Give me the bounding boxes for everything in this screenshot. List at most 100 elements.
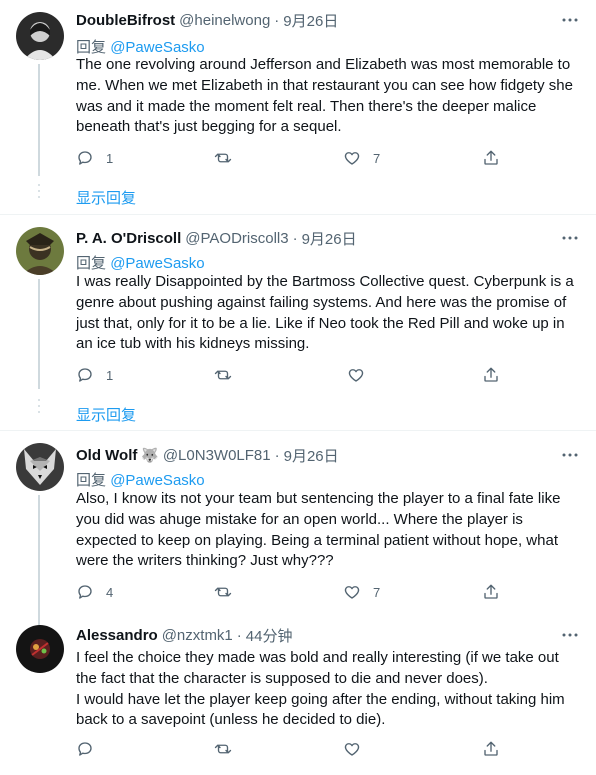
share-icon — [484, 150, 498, 165]
share-button[interactable] — [482, 739, 500, 759]
retweet-button[interactable] — [214, 365, 232, 385]
like-count: 7 — [373, 150, 381, 166]
tweet-reply[interactable]: P. A. O'Driscoll @PAODriscoll3 · 9月26日 回… — [0, 215, 596, 430]
mention-link[interactable]: @PaweSasko — [110, 255, 204, 272]
tweet-header: Old Wolf 🐺 @L0N3W0LF81 · 9月26日 — [76, 445, 339, 465]
tweet-text-content: I was really Disappointed by the Bartmos… — [76, 273, 574, 353]
wolf-emoji-icon: 🐺 — [141, 446, 159, 463]
reply-count: 1 — [106, 367, 114, 383]
timestamp[interactable]: 44分钟 — [246, 625, 293, 646]
user-handle[interactable]: @heinelwong — [179, 12, 270, 29]
retweet-button[interactable] — [214, 148, 232, 168]
like-count: 7 — [373, 584, 381, 600]
like-button[interactable] — [347, 365, 365, 385]
retweet-icon — [214, 153, 232, 163]
action-bar: 4 7 — [76, 582, 516, 602]
retweet-icon — [214, 744, 232, 754]
timestamp[interactable]: 9月26日 — [283, 10, 338, 31]
tweet-header: P. A. O'Driscoll @PAODriscoll3 · 9月26日 — [76, 228, 357, 248]
replying-label: 回复 — [76, 472, 107, 489]
tweet-text: The one revolving around Jefferson and E… — [76, 55, 580, 138]
display-name[interactable]: Alessandro — [76, 627, 158, 644]
separator: · — [236, 626, 242, 644]
tweet-text: I feel the choice they made was bold and… — [76, 648, 580, 731]
tweet-text-line: I would have let the player keep going a… — [76, 690, 565, 729]
wolf-avatar-icon — [16, 443, 64, 491]
tweet-text-content: The one revolving around Jefferson and E… — [76, 56, 573, 136]
show-replies-link[interactable]: 显示回复 — [76, 404, 136, 425]
more-options-button[interactable] — [560, 625, 580, 645]
avatar[interactable] — [16, 443, 64, 491]
like-button[interactable]: 7 — [343, 148, 380, 168]
share-button[interactable] — [482, 148, 500, 168]
timestamp[interactable]: 9月26日 — [284, 445, 339, 466]
like-button[interactable] — [343, 739, 361, 759]
separator: · — [274, 11, 280, 29]
reply-icon — [78, 151, 92, 165]
mention-link[interactable]: @PaweSasko — [110, 472, 204, 489]
tweet-reply[interactable]: Old Wolf 🐺 @L0N3W0LF81 · 9月26日 回复 @PaweS… — [0, 431, 596, 635]
thread-dots — [37, 184, 41, 202]
tweet-text-line: I feel the choice they made was bold and… — [76, 649, 559, 687]
replying-to: 回复 @PaweSasko — [76, 469, 205, 490]
retweet-button[interactable] — [214, 739, 232, 759]
reply-icon — [78, 742, 92, 756]
tweet-reply[interactable]: Alessandro @nzxtmk1 · 44分钟 I feel the ch… — [0, 617, 596, 775]
reply-button[interactable]: 1 — [76, 148, 113, 168]
user-handle[interactable]: @nzxtmk1 — [162, 627, 233, 644]
like-button[interactable]: 7 — [343, 582, 380, 602]
more-icon — [562, 633, 578, 637]
reply-button[interactable]: 1 — [76, 365, 113, 385]
replying-to: 回复 @PaweSasko — [76, 36, 205, 57]
action-bar — [76, 739, 516, 759]
reply-button[interactable]: 4 — [76, 582, 113, 602]
separator: · — [292, 229, 298, 247]
thread-line — [38, 495, 40, 635]
heart-icon — [344, 586, 360, 599]
retweet-icon — [214, 587, 232, 597]
more-icon — [562, 453, 578, 457]
tweet-text: Also, I know its not your team but sente… — [76, 489, 580, 572]
portrait-avatar-icon — [16, 12, 64, 60]
user-handle[interactable]: @L0N3W0LF81 — [163, 447, 271, 464]
tweet-header: DoubleBifrost @heinelwong · 9月26日 — [76, 10, 338, 30]
timestamp[interactable]: 9月26日 — [302, 228, 357, 249]
warrior-avatar-icon — [16, 227, 64, 275]
avatar[interactable] — [16, 227, 64, 275]
tweet-reply[interactable]: DoubleBifrost @heinelwong · 9月26日 回复 @Pa… — [0, 0, 596, 214]
tweet-text: I was really Disappointed by the Bartmos… — [76, 272, 580, 355]
show-replies-link[interactable]: 显示回复 — [76, 187, 136, 208]
heart-icon — [348, 369, 364, 382]
more-icon — [562, 236, 578, 240]
share-button[interactable] — [482, 582, 500, 602]
separator: · — [274, 446, 280, 464]
more-options-button[interactable] — [560, 445, 580, 465]
reply-count: 4 — [106, 584, 114, 600]
retweet-button[interactable] — [214, 582, 232, 602]
user-handle[interactable]: @PAODriscoll3 — [185, 230, 288, 247]
reply-count: 1 — [106, 150, 114, 166]
avatar[interactable] — [16, 12, 64, 60]
display-name[interactable]: Old Wolf — [76, 447, 137, 464]
reply-icon — [78, 585, 92, 599]
thread-line — [38, 279, 40, 389]
tweet-header: Alessandro @nzxtmk1 · 44分钟 — [76, 625, 292, 645]
mention-link[interactable]: @PaweSasko — [110, 39, 204, 56]
heart-icon — [344, 743, 360, 756]
share-icon — [484, 584, 498, 599]
replying-to: 回复 @PaweSasko — [76, 252, 205, 273]
tweet-text-content: Also, I know its not your team but sente… — [76, 490, 561, 570]
more-options-button[interactable] — [560, 10, 580, 30]
heart-icon — [344, 152, 360, 165]
replying-label: 回复 — [76, 255, 107, 272]
reply-button[interactable] — [76, 739, 94, 759]
more-options-button[interactable] — [560, 228, 580, 248]
replying-label: 回复 — [76, 39, 107, 56]
avatar[interactable] — [16, 625, 64, 673]
more-icon — [562, 18, 578, 22]
thread-dots — [37, 399, 41, 417]
display-name[interactable]: P. A. O'Driscoll — [76, 230, 181, 247]
dark-art-avatar-icon — [16, 625, 64, 673]
share-button[interactable] — [482, 365, 500, 385]
display-name[interactable]: DoubleBifrost — [76, 12, 175, 29]
